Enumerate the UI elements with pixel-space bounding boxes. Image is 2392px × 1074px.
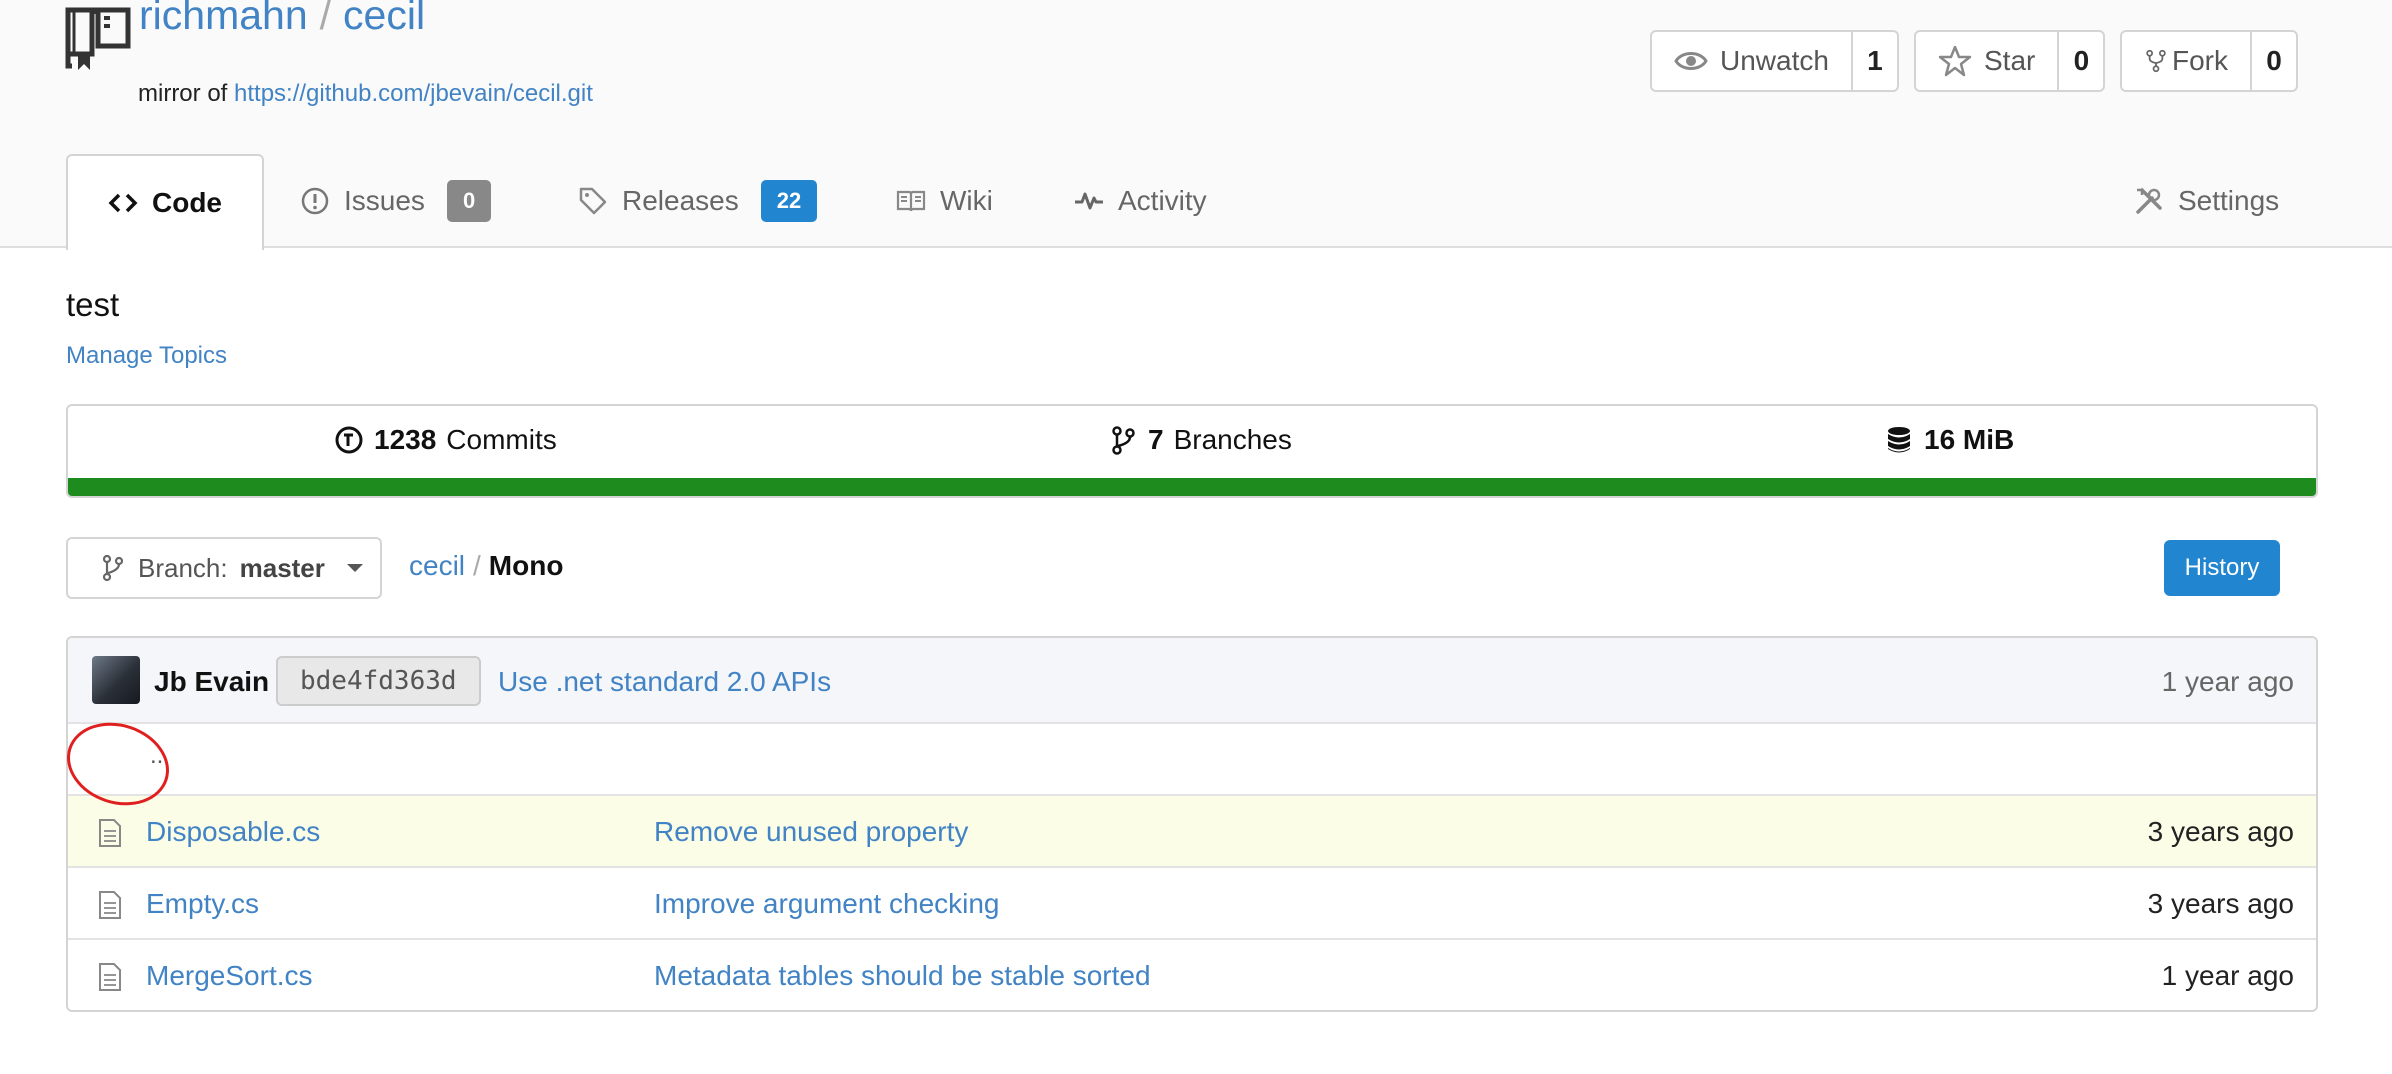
- table-row[interactable]: Disposable.cs Remove unused property 3 y…: [68, 796, 2316, 868]
- tab-wiki[interactable]: Wiki: [896, 154, 993, 248]
- tab-settings[interactable]: Settings: [2134, 154, 2279, 248]
- branch-icon: [102, 554, 124, 582]
- breadcrumb: cecil / Mono: [409, 550, 563, 582]
- branch-dropdown[interactable]: Branch: master: [66, 537, 382, 599]
- parent-directory-row[interactable]: ..: [68, 724, 2316, 796]
- latest-commit-row: Jb Evain bde4fd363d Use .net standard 2.…: [68, 638, 2316, 724]
- fork-count[interactable]: 0: [2252, 32, 2296, 90]
- mirror-url-link[interactable]: https://github.com/jbevain/cecil.git: [234, 80, 593, 107]
- repo-stats-bar: 1238 Commits 7 Branches 16 MiB: [66, 404, 2318, 498]
- branches-count: 7: [1148, 424, 1164, 455]
- repo-icon: [65, 7, 131, 70]
- file-text-icon: [99, 963, 121, 991]
- avatar[interactable]: [92, 656, 140, 704]
- file-text-icon: [99, 891, 121, 919]
- file-commit-message-link[interactable]: Improve argument checking: [654, 888, 1000, 920]
- branch-name: master: [239, 552, 325, 583]
- file-name-link[interactable]: MergeSort.cs: [146, 960, 313, 992]
- manage-topics-link[interactable]: Manage Topics: [66, 342, 227, 370]
- file-commit-message-link[interactable]: Metadata tables should be stable sorted: [654, 960, 1151, 992]
- commit-time: 1 year ago: [2161, 666, 2294, 697]
- tab-issues[interactable]: Issues 0: [300, 154, 492, 248]
- commit-author[interactable]: Jb Evain: [154, 666, 269, 698]
- size-stat: 16 MiB: [1884, 424, 2014, 456]
- table-row[interactable]: MergeSort.cs Metadata tables should be s…: [68, 940, 2316, 1010]
- code-icon: [108, 193, 138, 213]
- tab-activity-label: Activity: [1118, 185, 1207, 216]
- language-bar[interactable]: [68, 478, 2316, 496]
- releases-count-badge: 22: [760, 180, 818, 222]
- tab-activity[interactable]: Activity: [1074, 154, 1207, 248]
- issues-count-badge: 0: [446, 180, 492, 222]
- commits-stat[interactable]: 1238 Commits: [334, 424, 557, 456]
- branches-label: Branches: [1173, 424, 1292, 455]
- commit-message-link[interactable]: Use .net standard 2.0 APIs: [498, 666, 831, 698]
- tag-icon: [579, 187, 607, 215]
- tab-releases[interactable]: Releases 22: [578, 154, 818, 248]
- unwatch-button[interactable]: Unwatch: [1652, 32, 1853, 90]
- star-icon: [1938, 45, 1972, 77]
- branch-icon: [1112, 426, 1135, 455]
- repo-title: richmahn / cecil: [139, 0, 425, 39]
- star-button-group: Star 0: [1914, 30, 2106, 92]
- commits-count: 1238: [374, 424, 437, 455]
- repo-tabs: Code Issues 0 Releases 22 Wiki Activity …: [0, 154, 2392, 250]
- file-table: Jb Evain bde4fd363d Use .net standard 2.…: [66, 636, 2318, 1012]
- issue-icon: [301, 187, 329, 215]
- branches-stat[interactable]: 7 Branches: [1108, 424, 1292, 456]
- repo-title-separator: /: [319, 0, 332, 38]
- eye-icon: [1674, 52, 1708, 70]
- caret-down-icon: [346, 564, 363, 572]
- book-icon: [896, 190, 926, 212]
- fork-button[interactable]: Fork: [2122, 32, 2252, 90]
- database-icon: [1888, 427, 1910, 453]
- tab-code[interactable]: Code: [66, 154, 264, 250]
- file-commit-time: 3 years ago: [2147, 888, 2294, 919]
- repo-header: richmahn / cecil mirror of https://github.…: [0, 0, 2392, 250]
- file-commit-time: 3 years ago: [2147, 816, 2294, 847]
- file-name-link[interactable]: Disposable.cs: [146, 816, 320, 848]
- star-label: Star: [1984, 45, 2036, 76]
- repo-size: 16 MiB: [1924, 424, 2015, 455]
- pulse-icon: [1075, 192, 1103, 210]
- unwatch-label: Unwatch: [1720, 45, 1829, 76]
- tab-issues-label: Issues: [344, 185, 425, 216]
- mirror-info: mirror of https://github.com/jbevain/cec…: [138, 80, 593, 108]
- breadcrumb-current: Mono: [488, 550, 564, 581]
- history-button[interactable]: History: [2164, 540, 2280, 596]
- tab-settings-label: Settings: [2178, 185, 2280, 216]
- fork-button-group: Fork 0: [2120, 30, 2298, 92]
- tab-releases-label: Releases: [622, 185, 739, 216]
- watch-count[interactable]: 1: [1853, 32, 1897, 90]
- tab-code-label: Code: [152, 187, 222, 218]
- repo-name-link[interactable]: cecil: [343, 0, 425, 38]
- branch-prefix: Branch:: [138, 552, 228, 583]
- mirror-prefix: mirror of: [138, 80, 228, 107]
- history-icon: [335, 426, 363, 454]
- repo-owner-link[interactable]: richmahn: [139, 0, 308, 38]
- star-count[interactable]: 0: [2059, 32, 2103, 90]
- file-commit-message-link[interactable]: Remove unused property: [654, 816, 968, 848]
- fork-icon: [2146, 49, 2166, 73]
- file-name-link[interactable]: Empty.cs: [146, 888, 259, 920]
- tools-icon: [2136, 188, 2162, 214]
- star-button[interactable]: Star: [1916, 32, 2060, 90]
- file-commit-time: 1 year ago: [2161, 960, 2294, 991]
- commits-label: Commits: [446, 424, 557, 455]
- fork-label: Fork: [2172, 45, 2228, 76]
- table-row[interactable]: Empty.cs Improve argument checking 3 yea…: [68, 868, 2316, 940]
- watch-button-group: Unwatch 1: [1650, 30, 1899, 92]
- tab-wiki-label: Wiki: [940, 185, 993, 216]
- breadcrumb-separator: /: [473, 550, 481, 581]
- breadcrumb-root-link[interactable]: cecil: [409, 550, 465, 581]
- commit-sha-button[interactable]: bde4fd363d: [276, 656, 481, 706]
- file-text-icon: [99, 819, 121, 847]
- repo-description: test: [66, 286, 120, 323]
